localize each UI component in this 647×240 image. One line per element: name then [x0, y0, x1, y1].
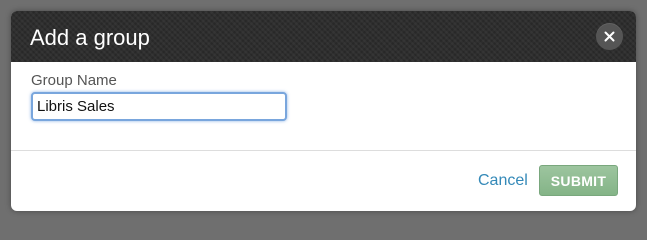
group-name-input[interactable]	[31, 92, 287, 121]
submit-button[interactable]: SUBMIT	[539, 165, 618, 196]
group-name-label: Group Name	[31, 72, 117, 89]
cancel-link[interactable]: Cancel	[478, 171, 528, 191]
close-icon	[604, 31, 615, 42]
close-button[interactable]	[596, 23, 623, 50]
dialog-header: Add a group	[11, 11, 636, 62]
dialog-title: Add a group	[30, 25, 150, 50]
add-group-dialog: Add a group Group Name Cancel SUBMIT	[11, 11, 636, 211]
footer-divider	[11, 150, 636, 151]
